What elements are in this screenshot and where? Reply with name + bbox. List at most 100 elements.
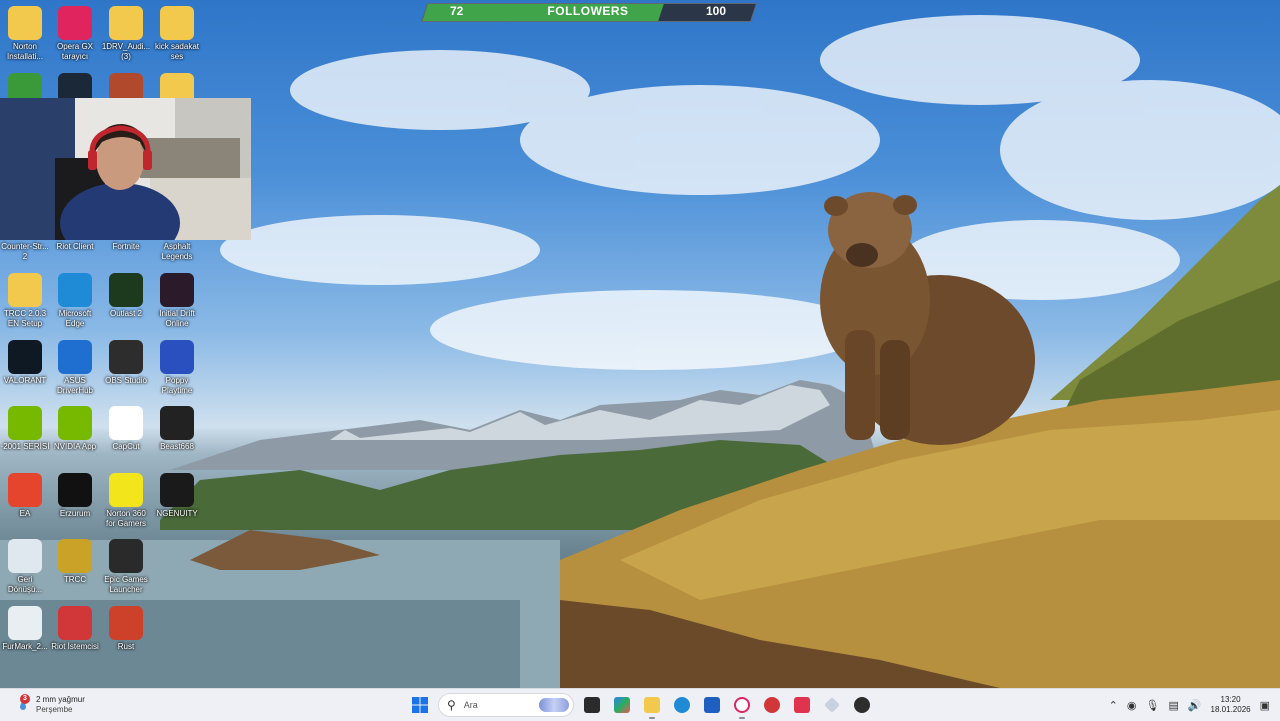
followers-overlay-text: 72 FOLLOWERS 100 xyxy=(424,3,752,20)
desktop-icon-label: Fortnite xyxy=(112,242,140,251)
desktop-icon[interactable]: 1DRV_Audi... (3) xyxy=(101,6,151,62)
desktop-icon-label: Counter-Str... 2 xyxy=(1,242,49,261)
taskbar-app-opera-gx[interactable] xyxy=(730,693,754,719)
ea-icon xyxy=(8,473,42,507)
taskbar-search[interactable]: ⚲ Ara xyxy=(438,693,574,717)
desktop-icon[interactable]: TRCC xyxy=(50,539,100,585)
webcam-overlay xyxy=(0,98,251,240)
poppy-playtime-icon xyxy=(160,340,194,374)
notification-icon[interactable]: ▣ xyxy=(1260,699,1270,712)
folder-icon xyxy=(644,697,660,713)
desktop-icon-label: ASUS DriverHub xyxy=(56,376,93,395)
weather-condition: 2 mm yağmur xyxy=(36,695,85,704)
taskbar-app-diamond[interactable] xyxy=(820,693,844,717)
desktop-icon-label: Riot Client xyxy=(56,242,94,251)
start-button[interactable] xyxy=(408,693,432,717)
desktop-icon[interactable]: Opera GX tarayıcı xyxy=(50,6,100,62)
task-view-icon xyxy=(584,697,600,713)
taskbar-app-valorant[interactable] xyxy=(790,693,814,717)
desktop-icon[interactable]: Initial Drift Online xyxy=(152,273,202,329)
desktop-icon xyxy=(152,539,202,575)
taskbar-app-edge[interactable] xyxy=(670,693,694,717)
desktop-icon-label: TRCC 2.0.3 EN Setup xyxy=(3,309,47,328)
rust-icon xyxy=(109,606,143,640)
network-icon[interactable]: ▤ xyxy=(1168,699,1178,712)
clock[interactable]: 13:20 18.01.2026 xyxy=(1211,695,1251,715)
widgets-icon xyxy=(614,697,630,713)
weather-rain-icon: 3 xyxy=(16,694,30,713)
desktop-icon[interactable]: Epic Games Launcher xyxy=(101,539,151,595)
norton-folder-icon xyxy=(8,6,42,40)
ngenuity-icon xyxy=(160,473,194,507)
desktop-icon-label: EA xyxy=(19,509,31,518)
desktop-icon-label: NGENUITY xyxy=(156,509,198,518)
desktop-icon[interactable]: Norton 360 for Gamers xyxy=(101,473,151,529)
desktop-icon-label: NVIDIA App xyxy=(53,442,97,451)
windows-logo-icon xyxy=(412,697,428,713)
desktop-icon-label: VALORANT xyxy=(3,376,47,385)
search-highlight-icon xyxy=(539,698,569,712)
capcut-icon xyxy=(109,406,143,440)
followers-label: FOLLOWERS xyxy=(547,4,629,18)
desktop-icon[interactable]: Poppy Playtime xyxy=(152,340,202,396)
recycle-bin-icon xyxy=(8,539,42,573)
desktop-icon[interactable]: Geri Dönüşü... xyxy=(0,539,50,595)
desktop-icon[interactable]: Rust xyxy=(101,606,151,652)
desktop-icon[interactable]: CapCut xyxy=(101,406,151,452)
taskbar-app-store[interactable] xyxy=(700,693,724,717)
microphone-icon[interactable]: 🎙 xyxy=(1145,699,1159,712)
desktop-icon[interactable]: Microsoft Edge xyxy=(50,273,100,329)
desktop-icon[interactable]: NVIDIA App xyxy=(50,406,100,452)
desktop-icon[interactable]: OBS Studio xyxy=(101,340,151,386)
desktop-icon[interactable]: Norton Installati... xyxy=(0,6,50,62)
desktop-icon[interactable]: TRCC 2.0.3 EN Setup xyxy=(0,273,50,329)
weather-day: Perşembe xyxy=(36,705,73,714)
nvidia-icon xyxy=(58,406,92,440)
desktop-icon[interactable]: FurMark_2... xyxy=(0,606,50,652)
desktop-icon[interactable]: EA xyxy=(0,473,50,519)
weather-widget[interactable]: 3 2 mm yağmur Perşembe xyxy=(16,693,85,717)
desktop-icon-label: Outlast 2 xyxy=(109,309,142,318)
asus-driverhub-icon xyxy=(58,340,92,374)
desktop-icon-label: Norton Installati... xyxy=(6,42,43,61)
desktop-icon[interactable]: ASUS DriverHub xyxy=(50,340,100,396)
riot-client-icon xyxy=(764,697,780,713)
initial-drift-icon xyxy=(160,273,194,307)
clock-time: 13:20 xyxy=(1220,695,1241,704)
folder-icon xyxy=(109,6,143,40)
taskbar-app-file-explorer[interactable] xyxy=(640,693,664,719)
followers-goal: 100 xyxy=(705,4,726,18)
desktop-icon[interactable]: Beast668 xyxy=(152,406,202,452)
weather-alert-badge: 3 xyxy=(20,694,30,704)
trcc-icon xyxy=(58,539,92,573)
desktop-icon-label: Asphalt Legends xyxy=(161,242,193,261)
desktop-icon[interactable]: -2001 SERİSİ xyxy=(0,406,50,452)
valorant-icon xyxy=(794,697,810,713)
desktop-icon[interactable]: Riot İstemcisi xyxy=(50,606,100,652)
desktop-icon[interactable]: VALORANT xyxy=(0,340,50,386)
store-icon xyxy=(704,697,720,713)
task-view-button[interactable] xyxy=(580,693,604,717)
webcam-feed xyxy=(0,98,251,240)
taskbar-app-riot[interactable] xyxy=(760,693,784,717)
desktop-icon-label: Geri Dönüşü... xyxy=(7,575,43,594)
desktop-icon-label: Initial Drift Online xyxy=(159,309,195,328)
desktop-icon-label: FurMark_2... xyxy=(2,642,48,651)
desktop-icon-label: CapCut xyxy=(112,442,140,451)
chevron-up-icon[interactable]: ⌃ xyxy=(1109,699,1118,712)
taskbar-app-widgets[interactable] xyxy=(610,693,634,717)
desktop-icon-label: Poppy Playtime xyxy=(161,376,193,395)
taskbar-app-obs[interactable] xyxy=(850,693,874,717)
desktop-icon[interactable]: Outlast 2 xyxy=(101,273,151,319)
edge-icon xyxy=(674,697,690,713)
desktop-icon-label: Opera GX tarayıcı xyxy=(56,42,93,61)
desktop-icon[interactable]: Erzurum xyxy=(50,473,100,519)
tray-app-icon[interactable]: ◉ xyxy=(1127,699,1137,712)
outlast-icon xyxy=(109,273,143,307)
furmark-icon xyxy=(8,606,42,640)
desktop-icon[interactable]: kick sadakat ses xyxy=(152,6,202,62)
desktop-icon[interactable]: NGENUITY xyxy=(152,473,202,519)
desktop-icon-label: Epic Games Launcher xyxy=(104,575,148,594)
speaker-icon[interactable]: 🔊 xyxy=(1188,699,1202,712)
edge-icon xyxy=(58,273,92,307)
